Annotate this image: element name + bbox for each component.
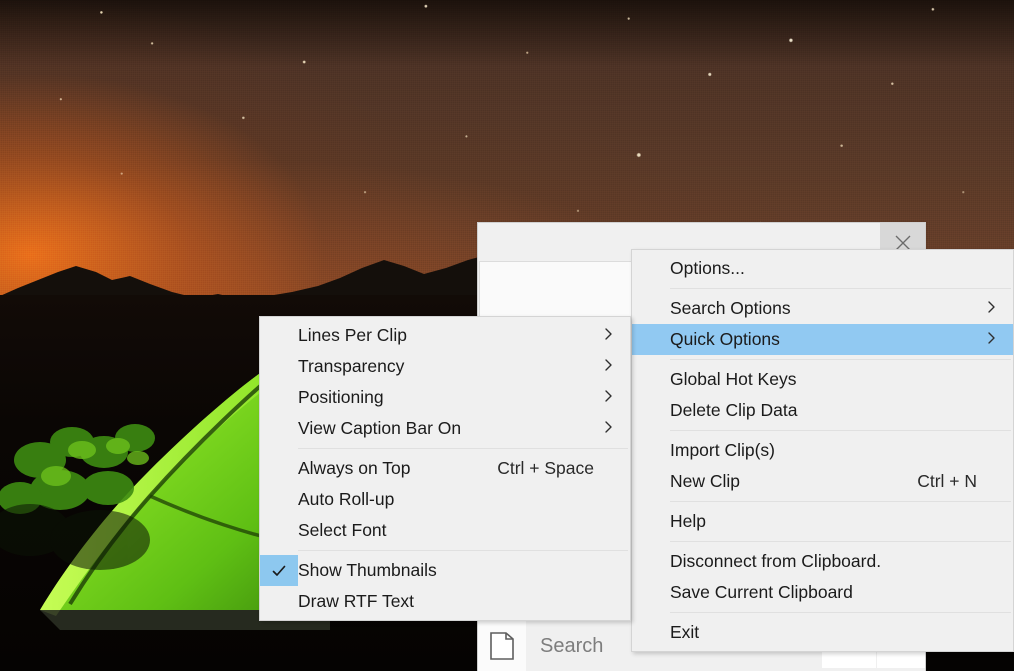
menu-item-import-clips[interactable]: Import Clip(s) [632,435,1013,466]
menu-item-show-thumbnails[interactable]: Show Thumbnails [260,555,630,586]
chevron-right-icon [983,331,1001,349]
menu-item-gutter [260,515,298,546]
menu-separator [298,550,628,551]
quick-options-submenu[interactable]: Lines Per Clip Transparency Positioning Vie… [259,316,631,621]
menu-item-label: Import Clip(s) [670,440,776,460]
menu-item-draw-rtf-text[interactable]: Draw RTF Text [260,586,630,617]
menu-item-global-hot-keys[interactable]: Global Hot Keys [632,364,1013,395]
menu-item-auto-roll-up[interactable]: Auto Roll-up [260,484,630,515]
menu-item-transparency[interactable]: Transparency [260,351,630,382]
checkmark-icon [260,555,298,586]
menu-item-view-caption-bar[interactable]: View Caption Bar On [260,413,630,444]
clipboard-main-context-menu[interactable]: Options... Search Options Quick Options Glo… [631,249,1014,652]
menu-item-label: Positioning [298,387,384,407]
menu-item-search-options[interactable]: Search Options [632,293,1013,324]
menu-item-label: Save Current Clipboard [670,582,853,602]
menu-item-label: Delete Clip Data [670,400,798,420]
menu-item-gutter [260,413,298,444]
menu-item-label: New Clip [670,471,741,491]
menu-separator [670,359,1011,360]
menu-item-gutter [632,506,670,537]
menu-item-gutter [632,253,670,284]
menu-item-select-font[interactable]: Select Font [260,515,630,546]
menu-separator [670,430,1011,431]
menu-item-positioning[interactable]: Positioning [260,382,630,413]
menu-item-gutter [632,324,670,355]
clipboard-document-icon[interactable] [478,621,526,671]
menu-separator [670,541,1011,542]
menu-item-delete-clip-data[interactable]: Delete Clip Data [632,395,1013,426]
menu-item-options[interactable]: Options... [632,253,1013,284]
menu-item-label: Draw RTF Text [298,591,415,611]
menu-item-gutter [632,435,670,466]
menu-item-gutter [260,351,298,382]
menu-item-gutter [260,484,298,515]
document-icon [490,632,514,660]
chevron-right-icon [600,389,618,407]
menu-item-shortcut: Ctrl + Space [497,458,594,478]
menu-item-gutter [260,382,298,413]
menu-item-gutter [260,586,298,617]
foliage-bush [0,424,155,570]
menu-item-label: Search Options [670,298,791,318]
menu-item-label: Quick Options [670,329,780,349]
menu-item-exit[interactable]: Exit [632,617,1013,648]
menu-item-label: Exit [670,622,700,642]
menu-separator [670,288,1011,289]
menu-item-label: Global Hot Keys [670,369,797,389]
menu-item-label: Disconnect from Clipboard. [670,551,882,571]
menu-item-new-clip[interactable]: New Clip Ctrl + N [632,466,1013,497]
menu-item-gutter [632,617,670,648]
menu-separator [298,448,628,449]
menu-item-label: Always on Top [298,458,411,478]
menu-item-label: Show Thumbnails [298,560,437,580]
chevron-right-icon [600,358,618,376]
menu-item-disconnect-clipboard[interactable]: Disconnect from Clipboard. [632,546,1013,577]
menu-item-label: Transparency [298,356,405,376]
menu-item-quick-options[interactable]: Quick Options [632,324,1013,355]
menu-item-label: Lines Per Clip [298,325,407,345]
menu-item-gutter [260,453,298,484]
screen: Options... Search Options Quick Options Glo… [0,0,1014,671]
chevron-right-icon [600,327,618,345]
menu-item-lines-per-clip[interactable]: Lines Per Clip [260,320,630,351]
menu-item-shortcut: Ctrl + N [917,471,977,491]
chevron-right-icon [600,420,618,438]
menu-item-gutter [632,395,670,426]
menu-item-label: Help [670,511,706,531]
chevron-right-icon [983,300,1001,318]
menu-item-label: View Caption Bar On [298,418,462,438]
menu-item-gutter [632,577,670,608]
menu-separator [670,612,1011,613]
menu-item-gutter [260,320,298,351]
menu-item-gutter [632,293,670,324]
menu-item-always-on-top[interactable]: Always on Top Ctrl + Space [260,453,630,484]
menu-item-label: Auto Roll-up [298,489,395,509]
menu-item-label: Select Font [298,520,387,540]
menu-item-save-current-clipboard[interactable]: Save Current Clipboard [632,577,1013,608]
menu-item-gutter [632,546,670,577]
menu-item-gutter [632,364,670,395]
menu-item-help[interactable]: Help [632,506,1013,537]
menu-item-label: Options... [670,258,745,278]
menu-item-gutter [632,466,670,497]
menu-separator [670,501,1011,502]
